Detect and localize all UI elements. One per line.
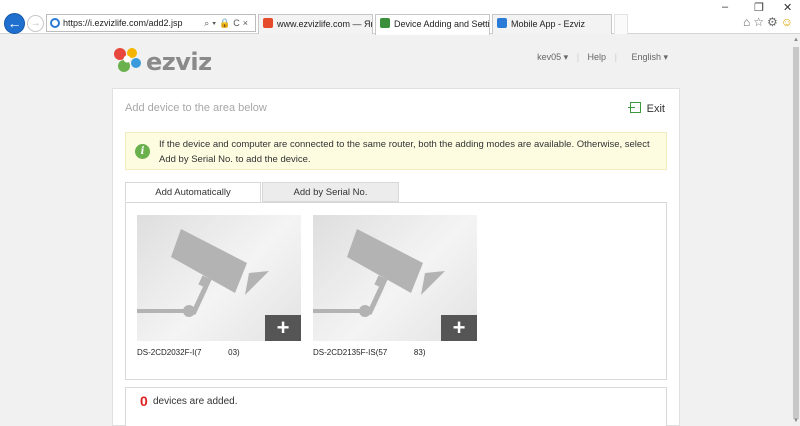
camera-thumbnail: + — [313, 215, 477, 341]
tab-add-automatically[interactable]: Add Automatically — [125, 182, 261, 202]
browser-tab-mobile-app[interactable]: Mobile App - Ezviz — [492, 14, 612, 34]
user-menu[interactable]: kev05 ▾ — [531, 52, 568, 62]
divider: | — [614, 52, 617, 62]
tab-title: Device Adding and Settings — [394, 19, 490, 29]
device-card[interactable]: + DS-2CD2032F-I(7 03) — [137, 215, 301, 357]
tab-title: Mobile App - Ezviz — [511, 19, 586, 29]
scrollbar-thumb[interactable] — [793, 47, 799, 419]
site-header: ezviz kev05 ▾ | Help | English ▾ — [0, 35, 792, 81]
tab-title: www.ezvizlife.com — Яндекс. — [277, 19, 372, 29]
tab-add-by-serial[interactable]: Add by Serial No. — [262, 182, 399, 202]
address-tools[interactable]: ⌕▾🔒C× — [204, 15, 251, 31]
star-icon[interactable]: ☆ — [753, 15, 767, 29]
exit-label: Exit — [646, 103, 665, 115]
ezviz-logo-mark-icon — [114, 48, 141, 72]
ezviz-favicon-icon — [380, 18, 390, 28]
forward-button[interactable]: → — [27, 15, 44, 32]
exit-button[interactable]: Exit — [627, 102, 665, 115]
address-bar[interactable]: https://i.ezvizlife.com/add2.jsp ⌕▾🔒C× — [46, 14, 256, 32]
added-count: 0 — [140, 393, 148, 409]
page-scrollbar[interactable]: ▲ ▼ — [792, 35, 800, 426]
home-icon[interactable]: ⌂ — [743, 15, 753, 29]
page-title: Add device to the area below — [125, 102, 267, 114]
device-name: DS-2CD2032F-I(7 03) — [137, 348, 240, 357]
minimize-button[interactable]: – — [722, 1, 728, 13]
address-url[interactable]: https://i.ezvizlife.com/add2.jsp — [63, 15, 183, 31]
add-device-panel: Add device to the area below Exit i If t… — [112, 88, 680, 426]
browser-chrome: ← → https://i.ezvizlife.com/add2.jsp ⌕▾🔒… — [0, 0, 800, 35]
notice-text: If the device and computer are connected… — [159, 139, 650, 165]
back-button[interactable]: ← — [4, 13, 25, 34]
gear-icon[interactable]: ⚙ — [767, 15, 781, 29]
add-device-button[interactable]: + — [441, 315, 477, 341]
browser-tab-device-adding[interactable]: Device Adding and Settings × — [375, 14, 490, 35]
scroll-up-icon[interactable]: ▲ — [793, 37, 799, 43]
yandex-favicon-icon — [263, 18, 273, 28]
add-device-button[interactable]: + — [265, 315, 301, 341]
info-notice: i If the device and computer are connect… — [125, 132, 667, 170]
ie-icon — [50, 18, 60, 28]
restore-button[interactable]: ❐ — [754, 1, 764, 14]
browser-toolbar: ⌂☆⚙☺ — [743, 15, 796, 29]
info-icon: i — [135, 144, 150, 159]
user-nav: kev05 ▾ | Help | English ▾ — [525, 52, 668, 63]
help-link[interactable]: Help — [588, 52, 607, 62]
language-select[interactable]: English ▾ — [625, 52, 668, 62]
divider: | — [576, 52, 580, 62]
exit-icon — [627, 102, 641, 113]
logo-text: ezviz — [146, 48, 212, 76]
camera-thumbnail: + — [137, 215, 301, 341]
device-name: DS-2CD2135F-IS(57 83) — [313, 348, 426, 357]
added-devices-box: 0 devices are added. — [125, 387, 667, 426]
adding-mode-tabs: Add Automatically Add by Serial No. — [125, 182, 667, 202]
scroll-down-icon[interactable]: ▼ — [793, 418, 799, 424]
tab-close-icon[interactable]: × — [480, 15, 485, 33]
new-tab-button[interactable] — [614, 14, 628, 34]
device-card[interactable]: + DS-2CD2135F-IS(57 83) — [313, 215, 477, 357]
browser-tab-yandex[interactable]: www.ezvizlife.com — Яндекс. — [258, 14, 373, 34]
ezviz-favicon-icon — [497, 18, 507, 28]
device-list: + DS-2CD2032F-I(7 03) + DS-2CD2135F-IS(5… — [125, 202, 667, 380]
added-label: devices are added. — [153, 396, 238, 407]
smiley-icon[interactable]: ☺ — [781, 15, 796, 29]
close-button[interactable]: ✕ — [783, 1, 792, 14]
